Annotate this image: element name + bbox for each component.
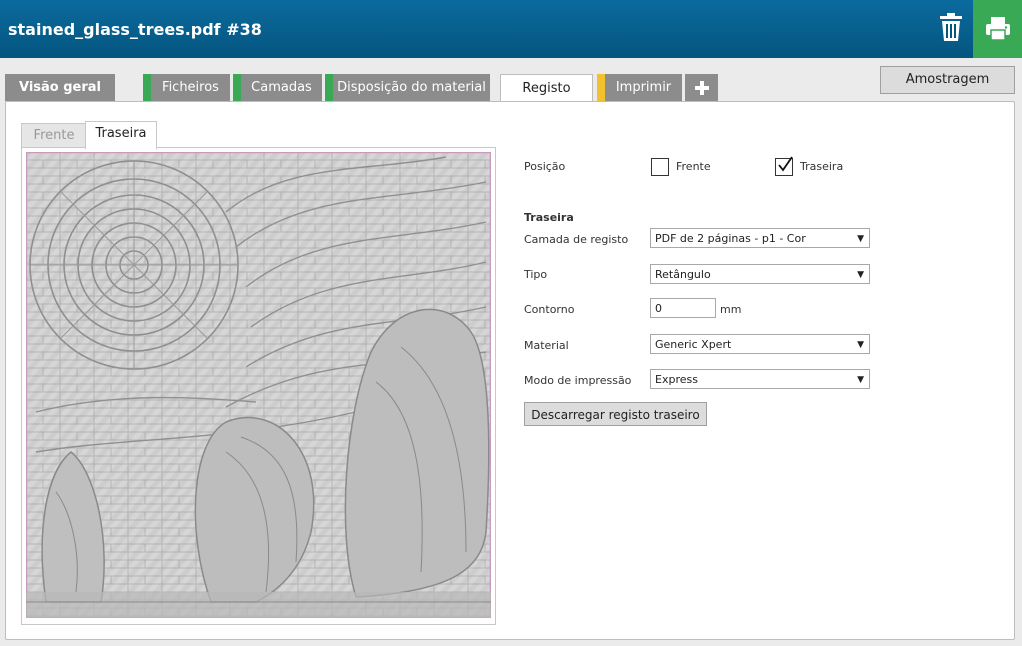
add-tab-button[interactable] <box>685 74 718 101</box>
stained-glass-trees-image <box>26 152 491 618</box>
material-value: Generic Xpert <box>655 338 732 351</box>
back-option-label: Traseira <box>800 160 844 173</box>
section-title: Traseira <box>524 211 574 224</box>
status-indicator <box>597 74 605 101</box>
title-bar: stained_glass_trees.pdf #38 <box>0 0 1022 58</box>
front-checkbox[interactable] <box>651 158 669 176</box>
trash-icon[interactable] <box>936 12 966 44</box>
dropdown-arrow-icon: ▼ <box>857 375 864 385</box>
document-title: stained_glass_trees.pdf #38 <box>8 20 262 39</box>
printer-icon <box>986 17 1010 41</box>
tab-label: Disposição do material <box>337 80 486 95</box>
back-checkbox[interactable] <box>775 156 793 176</box>
tab-layers[interactable]: Camadas <box>233 74 322 101</box>
type-label: Tipo <box>524 268 548 281</box>
dropdown-arrow-icon: ▼ <box>857 340 864 350</box>
sampling-button[interactable]: Amostragem <box>880 66 1015 94</box>
tab-overview[interactable]: Visão geral <box>5 74 115 101</box>
contour-input[interactable]: 0 <box>650 298 716 318</box>
dropdown-arrow-icon: ▼ <box>857 234 864 244</box>
print-mode-value: Express <box>655 373 698 386</box>
status-indicator <box>233 74 241 101</box>
plus-icon <box>694 81 709 95</box>
dropdown-arrow-icon: ▼ <box>857 270 864 280</box>
tab-registration[interactable]: Registo <box>500 74 593 103</box>
print-button[interactable] <box>973 0 1022 58</box>
tab-label: Registo <box>522 81 571 96</box>
type-value: Retângulo <box>655 268 711 281</box>
tab-print[interactable]: Imprimir <box>597 74 682 101</box>
layer-select[interactable]: PDF de 2 páginas - p1 - Cor ▼ <box>650 228 870 248</box>
download-back-registration-button[interactable]: Descarregar registo traseiro <box>524 402 707 426</box>
status-indicator <box>325 74 333 101</box>
layer-value: PDF de 2 páginas - p1 - Cor <box>655 232 806 245</box>
tab-label: Visão geral <box>18 80 102 95</box>
contour-value: 0 <box>655 302 662 315</box>
type-select[interactable]: Retângulo ▼ <box>650 264 870 284</box>
contour-unit: mm <box>720 303 742 316</box>
preview-area <box>21 147 496 625</box>
print-mode-label: Modo de impressão <box>524 374 632 387</box>
tab-files[interactable]: Ficheiros <box>143 74 230 101</box>
material-select[interactable]: Generic Xpert ▼ <box>650 334 870 354</box>
material-label: Material <box>524 339 569 352</box>
front-option-label: Frente <box>676 160 711 173</box>
subtab-front[interactable]: Frente <box>21 123 87 148</box>
position-label: Posição <box>524 160 566 173</box>
checkmark-icon <box>778 156 793 172</box>
subtab-back[interactable]: Traseira <box>85 121 157 150</box>
tab-label: Camadas <box>251 80 312 95</box>
tab-label: Imprimir <box>615 80 672 95</box>
status-indicator <box>143 74 151 101</box>
contour-label: Contorno <box>524 303 575 316</box>
layer-label: Camada de registo <box>524 233 629 246</box>
print-mode-select[interactable]: Express ▼ <box>650 369 870 389</box>
tab-label: Ficheiros <box>162 80 219 95</box>
tab-media-layout[interactable]: Disposição do material <box>325 74 490 101</box>
